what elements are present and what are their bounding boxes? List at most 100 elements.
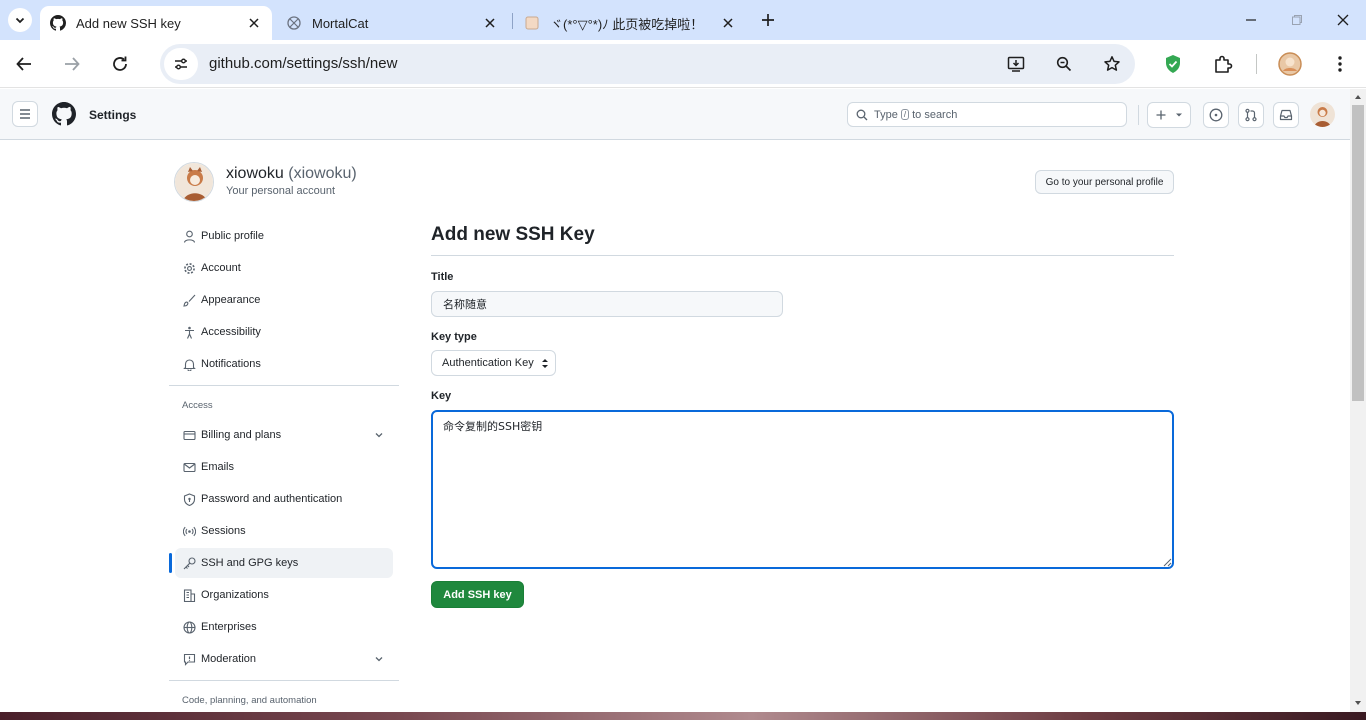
chevron-down-icon [15,17,25,24]
sidebar-item-label: Moderation [201,653,257,665]
organization-icon [182,588,196,602]
report-icon [182,652,196,666]
scrollbar-thumb[interactable] [1352,105,1364,401]
restore-icon [1292,15,1302,25]
browser-menu-button[interactable] [1328,52,1352,76]
account-name[interactable]: xiowoku (xiowoku) [226,165,357,183]
hamburger-icon [20,109,30,119]
title-input[interactable] [431,291,783,317]
pull-requests-button[interactable] [1238,102,1264,128]
url-text: github.com/settings/ssh/new [209,55,398,72]
search-placeholder-suffix: to search [912,108,958,121]
star-icon [1104,56,1120,71]
sidebar-item-public-profile[interactable]: Public profile [175,221,393,251]
search-icon [856,109,868,120]
close-icon[interactable] [246,15,262,31]
page-favicon-icon [525,16,539,30]
site-info-button[interactable] [164,48,198,80]
sidebar-item-moderation[interactable]: Moderation [175,644,393,674]
tune-icon [175,58,187,70]
avatar-image-icon [175,163,213,201]
go-to-profile-button[interactable]: Go to your personal profile [1035,170,1174,194]
header-context-title[interactable]: Settings [89,108,136,122]
sidebar-item-account[interactable]: Account [175,253,393,283]
bookmark-button[interactable] [1102,54,1122,74]
close-icon[interactable] [482,15,498,31]
plus-icon [1156,110,1165,120]
add-ssh-key-button[interactable]: Add SSH key [431,581,524,608]
avatar-image-icon [1310,102,1335,127]
close-icon[interactable] [720,15,736,31]
zoom-icon [1056,56,1072,72]
global-nav-menu-button[interactable] [12,101,38,127]
back-button[interactable] [10,50,38,78]
globe-icon [182,620,196,634]
sidebar-item-label: SSH and GPG keys [201,557,299,569]
close-window-button[interactable] [1320,0,1366,40]
sidebar-item-emails[interactable]: Emails [175,452,393,482]
zoom-button[interactable] [1054,54,1074,74]
sidebar-item-label: Appearance [201,294,261,306]
toolbar-separator [1256,54,1257,74]
scroll-down-icon[interactable] [1354,699,1362,707]
sidebar-item-label: Public profile [201,230,264,242]
search-input[interactable]: Type / to search [847,102,1127,127]
scroll-up-icon[interactable] [1354,93,1362,101]
sidebar-item-sessions[interactable]: Sessions [175,516,393,546]
issues-button[interactable] [1203,102,1229,128]
plus-icon [762,14,774,26]
create-new-button[interactable] [1147,102,1191,128]
arrow-right-icon [65,57,80,71]
new-tab-button[interactable] [756,8,780,32]
key-type-select[interactable]: Authentication Key [431,350,556,376]
shield-lock-icon [182,492,196,506]
more-vertical-icon [1338,56,1342,72]
extensions-button[interactable] [1211,52,1235,76]
issue-opened-icon [1209,108,1223,122]
github-favicon-icon [50,15,66,31]
sidebar-item-password[interactable]: Password and authentication [175,484,393,514]
tab-add-ssh-key[interactable]: Add new SSH key [40,6,272,40]
tab-error-page[interactable]: ヾ(*°▽°*)ﾉ 此页被吃掉啦！ [514,6,746,40]
resize-grip-icon[interactable] [1163,558,1172,567]
minimize-icon [1246,19,1256,21]
reload-button[interactable] [106,50,134,78]
sidebar-heading-code: Code, planning, and automation [182,695,317,706]
credit-card-icon [182,428,196,442]
key-textarea[interactable]: 命令复制的SSH密钥 [431,410,1174,569]
extension-shield-button[interactable] [1161,52,1185,76]
sidebar-item-billing[interactable]: Billing and plans [175,420,393,450]
sidebar-item-notifications[interactable]: Notifications [175,349,393,379]
bell-icon [182,357,196,371]
tab-mortalcat[interactable]: MortalCat [276,6,508,40]
sidebar-item-organizations[interactable]: Organizations [175,580,393,610]
address-bar[interactable]: github.com/settings/ssh/new [160,44,1135,84]
user-avatar[interactable] [1310,102,1335,127]
mail-icon [182,460,196,474]
sidebar-selected-indicator [169,553,172,573]
account-avatar[interactable] [174,162,214,202]
page-scrollbar[interactable] [1350,89,1366,712]
sidebar-item-label: Sessions [201,525,246,537]
puzzle-icon [1215,55,1233,73]
github-logo-icon[interactable] [52,102,76,126]
sidebar-item-appearance[interactable]: Appearance [175,285,393,315]
install-app-button[interactable] [1006,54,1026,74]
key-label: Key [431,390,452,402]
minimize-button[interactable] [1228,0,1274,40]
sidebar-item-label: Password and authentication [201,493,343,505]
profile-button[interactable] [1278,52,1302,76]
triangle-down-icon [1175,113,1182,117]
person-icon [182,229,196,243]
profile-avatar-icon [1278,52,1302,76]
search-placeholder-prefix: Type [874,108,898,121]
sidebar-item-accessibility[interactable]: Accessibility [175,317,393,347]
restore-button[interactable] [1274,0,1320,40]
inbox-button[interactable] [1273,102,1299,128]
sidebar-item-label: Organizations [201,589,269,601]
forward-button[interactable] [58,50,86,78]
sidebar-item-ssh-gpg-keys[interactable]: SSH and GPG keys [175,548,393,578]
sidebar-item-enterprises[interactable]: Enterprises [175,612,393,642]
tab-search-button[interactable] [8,8,32,32]
broadcast-icon [182,524,196,538]
